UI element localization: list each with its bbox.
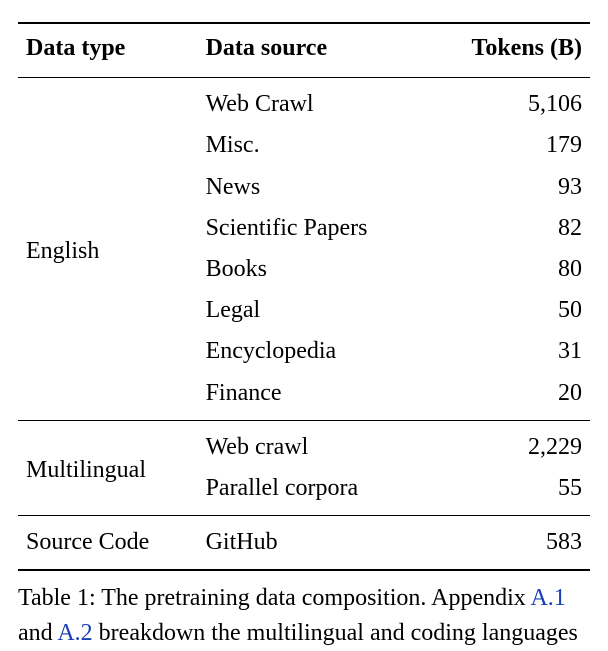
caption-text-mid: and: [18, 620, 57, 646]
cell-source: GitHub: [198, 516, 427, 571]
caption-text-pre: The pretraining data composition. Append…: [96, 585, 531, 611]
caption-text-post: breakdown the multilingual and coding la…: [93, 620, 578, 646]
group-label-multilingual: Multilingual: [18, 420, 198, 515]
cell-tokens: 583: [427, 516, 590, 571]
cell-source: Parallel corpora: [198, 468, 427, 516]
col-header-tokens: Tokens (B): [427, 23, 590, 78]
appendix-link-a1[interactable]: A.1: [530, 585, 565, 611]
table-row: Source Code GitHub 583: [18, 516, 590, 571]
table-row: Multilingual Web crawl 2,229: [18, 420, 590, 468]
cell-tokens: 50: [427, 290, 590, 331]
cell-tokens: 179: [427, 125, 590, 166]
group-label-english: English: [18, 78, 198, 421]
cell-tokens: 2,229: [427, 420, 590, 468]
cell-tokens: 80: [427, 249, 590, 290]
cell-tokens: 82: [427, 208, 590, 249]
cell-source: Legal: [198, 290, 427, 331]
cell-source: Books: [198, 249, 427, 290]
data-table: Data type Data source Tokens (B) English…: [18, 22, 590, 571]
caption-label: Table 1:: [18, 585, 96, 611]
cell-source: News: [198, 167, 427, 208]
cell-tokens: 20: [427, 373, 590, 421]
appendix-link-a2[interactable]: A.2: [57, 620, 92, 646]
group-label-sourcecode: Source Code: [18, 516, 198, 571]
cell-tokens: 93: [427, 167, 590, 208]
cell-source: Finance: [198, 373, 427, 421]
cell-source: Scientific Papers: [198, 208, 427, 249]
cell-source: Encyclopedia: [198, 331, 427, 372]
cell-tokens: 55: [427, 468, 590, 516]
col-header-source: Data source: [198, 23, 427, 78]
cell-tokens: 31: [427, 331, 590, 372]
cell-tokens: 5,106: [427, 78, 590, 126]
table-header-row: Data type Data source Tokens (B): [18, 23, 590, 78]
cell-source: Web Crawl: [198, 78, 427, 126]
cell-source: Web crawl: [198, 420, 427, 468]
cell-source: Misc.: [198, 125, 427, 166]
table-caption: Table 1: The pretraining data compositio…: [18, 581, 590, 651]
col-header-type: Data type: [18, 23, 198, 78]
table-row: English Web Crawl 5,106: [18, 78, 590, 126]
